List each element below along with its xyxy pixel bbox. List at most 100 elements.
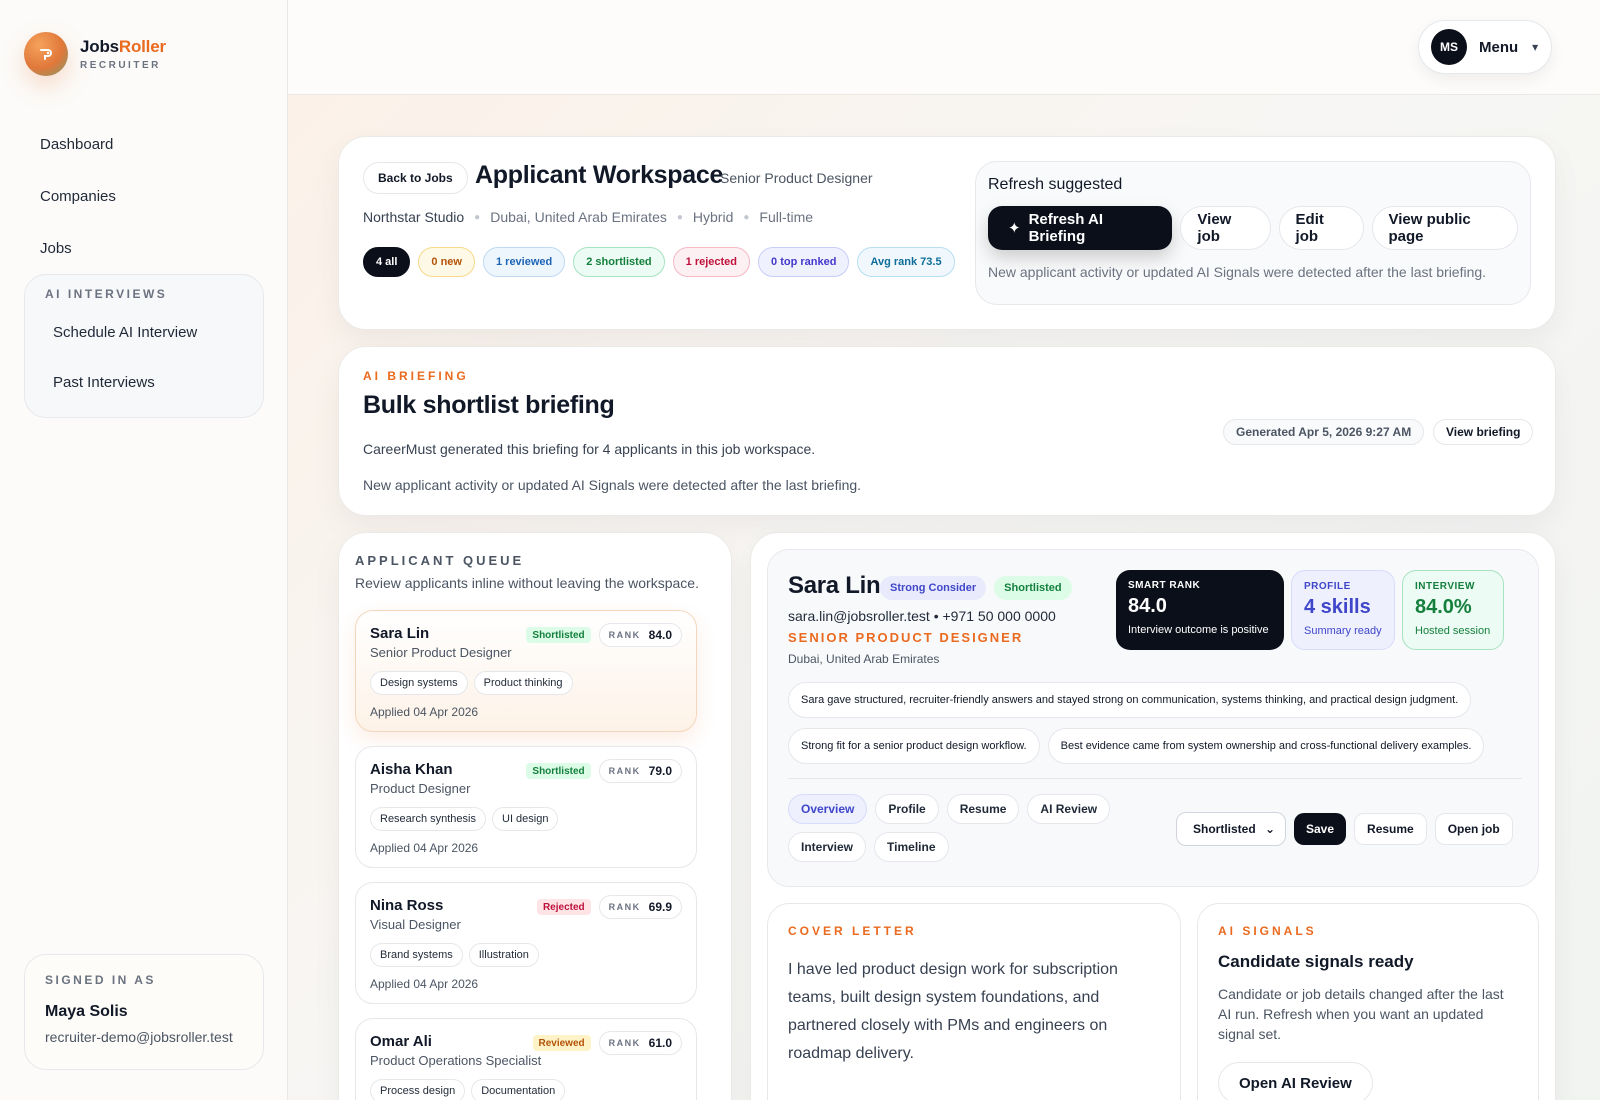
sidebar-group-ai-interviews: AI INTERVIEWS Schedule AI Interview Past…: [24, 274, 264, 418]
resume-button[interactable]: Resume: [1354, 813, 1427, 845]
job-type: Full-time: [759, 209, 814, 225]
applicant-role: Senior Product Designer: [370, 645, 512, 660]
list-item[interactable]: Sara Lin Senior Product Designer Design …: [355, 610, 697, 732]
tab-overview[interactable]: Overview: [788, 794, 868, 824]
interview-stat-card: INTERVIEW 84.0% Hosted session: [1402, 570, 1504, 650]
sidebar-item-dashboard[interactable]: Dashboard: [24, 118, 264, 170]
list-item[interactable]: Aisha Khan Product Designer Research syn…: [355, 746, 697, 868]
brand-name: JobsRoller: [80, 37, 166, 56]
skill-tag: Documentation: [471, 1079, 566, 1100]
job-location: Dubai, United Arab Emirates: [490, 209, 667, 225]
sidebar-item-companies[interactable]: Companies: [24, 170, 264, 222]
insight-chip: Sara gave structured, recruiter-friendly…: [788, 682, 1472, 718]
avatar: MS: [1431, 29, 1467, 65]
signed-in-email: recruiter-demo@jobsroller.test: [45, 1029, 233, 1045]
profile-summary: Sara Lin Strong Consider Shortlisted sar…: [767, 549, 1539, 887]
recommendation-badge: Strong Consider: [880, 576, 987, 600]
save-button[interactable]: Save: [1294, 813, 1347, 845]
signed-in-name: Maya Solis: [45, 1003, 128, 1020]
applicant-role: Visual Designer: [370, 917, 461, 932]
separator-dot-icon: ●: [474, 211, 481, 223]
sparkle-icon: ✦: [1008, 220, 1021, 237]
tab-timeline[interactable]: Timeline: [874, 832, 949, 862]
tab-profile[interactable]: Profile: [875, 794, 939, 824]
status-badge: Reviewed: [532, 1035, 591, 1051]
tab-resume[interactable]: Resume: [946, 794, 1020, 824]
cover-eyebrow: COVER LETTER: [788, 924, 917, 938]
job-role: Senior Product Designer: [720, 170, 873, 186]
list-item[interactable]: Nina Ross Visual Designer Brand systems …: [355, 882, 697, 1004]
briefing-title: Bulk shortlist briefing: [363, 391, 615, 419]
tab-ai-review[interactable]: AI Review: [1027, 794, 1111, 824]
edit-job-button[interactable]: Edit job: [1278, 206, 1364, 250]
list-item[interactable]: Omar Ali Product Operations Specialist P…: [355, 1018, 697, 1100]
filter-pill-reviewed[interactable]: 1 reviewed: [482, 247, 566, 277]
briefing-note: New applicant activity or updated AI Sig…: [363, 477, 862, 493]
brand-logo[interactable]: JobsRoller RECRUITER: [24, 32, 166, 76]
rank-chip: RANK 79.0: [598, 759, 682, 783]
cover-letter-text: I have led product design work for subsc…: [788, 961, 1118, 1062]
sidebar-item-schedule-ai-interview[interactable]: Schedule AI Interview: [37, 307, 251, 357]
briefing-eyebrow: AI BRIEFING: [363, 369, 469, 383]
applicant-role: Product Designer: [370, 781, 471, 796]
filter-pill-all[interactable]: 4 all: [363, 247, 411, 277]
applicant-queue: APPLICANT QUEUE Review applicants inline…: [338, 532, 732, 1100]
applied-date: Applied 04 Apr 2026: [370, 705, 479, 719]
refresh-title: Refresh suggested: [988, 176, 1123, 193]
separator-dot-icon: ●: [743, 211, 750, 223]
user-menu-button[interactable]: MS Menu ▾: [1418, 20, 1552, 74]
chevron-down-icon: ⌄: [1264, 822, 1275, 836]
candidate-role: SENIOR PRODUCT DESIGNER: [788, 630, 1024, 645]
applicant-detail: Sara Lin Strong Consider Shortlisted sar…: [750, 532, 1556, 1100]
page-title: Applicant Workspace: [475, 161, 724, 189]
sidebar-item-jobs[interactable]: Jobs: [24, 222, 264, 274]
filter-pill-top-ranked[interactable]: 0 top ranked: [758, 247, 850, 277]
candidate-location: Dubai, United Arab Emirates: [788, 652, 940, 666]
chevron-down-icon: ▾: [1532, 40, 1539, 54]
skill-tag: Product thinking: [473, 671, 573, 695]
signals-eyebrow: AI SIGNALS: [1218, 924, 1317, 938]
applied-date: Applied 04 Apr 2026: [370, 841, 479, 855]
filter-pill-new[interactable]: 0 new: [418, 247, 475, 277]
status-badge: Shortlisted: [526, 627, 591, 643]
ai-signals-card: AI SIGNALS Candidate signals ready Candi…: [1197, 903, 1539, 1100]
status-badge: Shortlisted: [994, 576, 1072, 600]
signed-in-title: SIGNED IN AS: [45, 973, 156, 987]
ai-briefing-card: AI BRIEFING Bulk shortlist briefing Care…: [338, 346, 1556, 516]
view-briefing-button[interactable]: View briefing: [1433, 419, 1534, 445]
filter-pills: 4 all 0 new 1 reviewed 2 shortlisted 1 r…: [363, 247, 955, 277]
rank-chip: RANK 61.0: [598, 1031, 682, 1055]
open-job-button[interactable]: Open job: [1434, 813, 1513, 845]
menu-label: Menu: [1479, 38, 1519, 56]
rank-chip: RANK 84.0: [598, 623, 682, 647]
queue-title: APPLICANT QUEUE: [355, 553, 525, 568]
rank-chip: RANK 69.9: [598, 895, 682, 919]
refresh-ai-briefing-button[interactable]: ✦ Refresh AI Briefing: [988, 206, 1173, 250]
candidate-contact: sara.lin@jobsroller.test • +971 50 000 0…: [788, 608, 1056, 624]
signed-in-card: SIGNED IN AS Maya Solis recruiter-demo@j…: [24, 954, 264, 1070]
sidebar-nav: Dashboard Companies Jobs AI INTERVIEWS S…: [24, 118, 264, 418]
avg-rank-pill: Avg rank 73.5: [857, 247, 955, 277]
status-badge: Shortlisted: [526, 763, 591, 779]
sidebar-item-past-interviews[interactable]: Past Interviews: [37, 357, 251, 407]
open-ai-review-button[interactable]: Open AI Review: [1218, 1062, 1373, 1100]
insight-chip: Best evidence came from system ownership…: [1047, 728, 1485, 764]
refresh-note: New applicant activity or updated AI Sig…: [988, 264, 1487, 280]
status-select[interactable]: Shortlisted ⌄: [1176, 812, 1286, 846]
back-to-jobs-button[interactable]: Back to Jobs: [363, 162, 468, 194]
skill-tag: Illustration: [468, 943, 539, 967]
refresh-ai-briefing-label: Refresh AI Briefing: [1028, 211, 1104, 245]
view-job-button[interactable]: View job: [1180, 206, 1271, 250]
company-name: Northstar Studio: [363, 209, 465, 225]
divider: [788, 778, 1522, 779]
filter-pill-shortlisted[interactable]: 2 shortlisted: [573, 247, 665, 277]
filter-pill-rejected[interactable]: 1 rejected: [672, 247, 751, 277]
sidebar-group-title: AI INTERVIEWS: [45, 287, 168, 301]
queue-subtitle: Review applicants inline without leaving…: [355, 575, 699, 591]
status-badge: Rejected: [536, 899, 591, 915]
insight-chip: Strong fit for a senior product design w…: [788, 728, 1040, 764]
view-public-page-button[interactable]: View public page: [1371, 206, 1518, 250]
applied-date: Applied 04 Apr 2026: [370, 977, 479, 991]
refresh-panel: Refresh suggested ✦ Refresh AI Briefing …: [975, 161, 1531, 305]
tab-interview[interactable]: Interview: [788, 832, 867, 862]
